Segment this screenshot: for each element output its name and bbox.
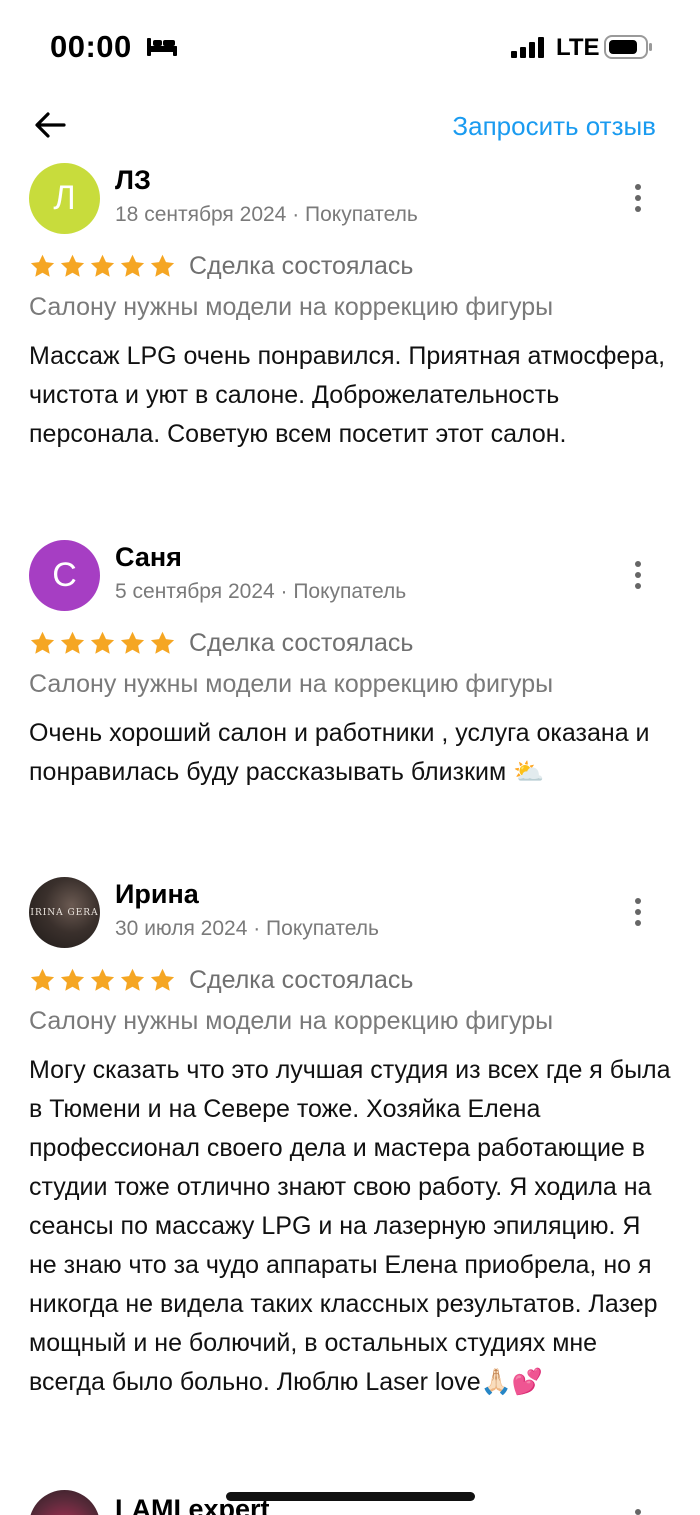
deal-status: Сделка состоялась [189, 251, 414, 280]
avatar: С [29, 540, 100, 611]
more-options-icon[interactable] [630, 560, 646, 590]
home-indicator[interactable] [226, 1492, 475, 1501]
status-bar: 00:00 LTE [0, 0, 700, 95]
star-icon [150, 968, 175, 991]
star-icon [90, 968, 115, 991]
star-icon [120, 254, 145, 277]
review-meta: 5 сентября 2024 · Покупатель [115, 580, 407, 603]
deal-status: Сделка состоялась [189, 965, 414, 994]
rating-row: Сделка состоялась [29, 965, 413, 995]
review-service: Салону нужны модели на коррекцию фигуры [29, 293, 554, 321]
review-service: Салону нужны модели на коррекцию фигуры [29, 1007, 554, 1035]
star-icon [90, 254, 115, 277]
review-author: ЛЗ [115, 165, 151, 195]
star-icon [90, 631, 115, 654]
star-icon [30, 254, 55, 277]
star-icon [30, 968, 55, 991]
star-icon [150, 254, 175, 277]
more-options-icon[interactable] [630, 897, 646, 927]
arrow-left-icon[interactable] [30, 105, 70, 145]
star-rating [29, 967, 176, 994]
review-text: Очень хороший салон и работники , услуга… [29, 719, 650, 786]
review-meta: 18 сентября 2024 · Покупатель [115, 203, 418, 226]
more-options-icon[interactable] [630, 183, 646, 213]
avatar: Л [29, 163, 100, 234]
deal-status: Сделка состоялась [189, 628, 414, 657]
sleep-mode-icon [147, 38, 177, 56]
star-icon [150, 631, 175, 654]
cellular-signal-icon [511, 37, 544, 58]
star-icon [60, 968, 85, 991]
avatar-brand-text: IRINA GERA [30, 907, 99, 918]
review-text: Могу сказать что это лучшая студия из вс… [29, 1056, 671, 1396]
review-service: Салону нужны модели на коррекцию фигуры [29, 670, 554, 698]
nav-bar: Запросить отзыв [0, 95, 700, 157]
avatar: IRINA GERA [29, 877, 100, 948]
status-time: 00:00 [50, 29, 132, 64]
review-text: Массаж LPG очень понравился. Приятная ат… [29, 342, 666, 448]
star-icon [120, 631, 145, 654]
star-icon [30, 631, 55, 654]
more-options-icon[interactable] [630, 1508, 646, 1515]
star-icon [60, 254, 85, 277]
avatar-letter: С [52, 556, 77, 594]
star-rating [29, 630, 176, 657]
request-review-link[interactable]: Запросить отзыв [452, 111, 656, 142]
star-rating [29, 253, 176, 280]
star-icon [60, 631, 85, 654]
network-type: LTE [556, 34, 600, 61]
review-meta: 30 июля 2024 · Покупатель [115, 917, 379, 940]
battery-icon [604, 35, 652, 59]
rating-row: Сделка состоялась [29, 251, 413, 281]
rating-row: Сделка состоялась [29, 628, 413, 658]
avatar-letter: Л [53, 179, 76, 217]
star-icon [120, 968, 145, 991]
review-author: Ирина [115, 879, 199, 909]
review-author: Саня [115, 542, 182, 572]
avatar [29, 1490, 100, 1515]
